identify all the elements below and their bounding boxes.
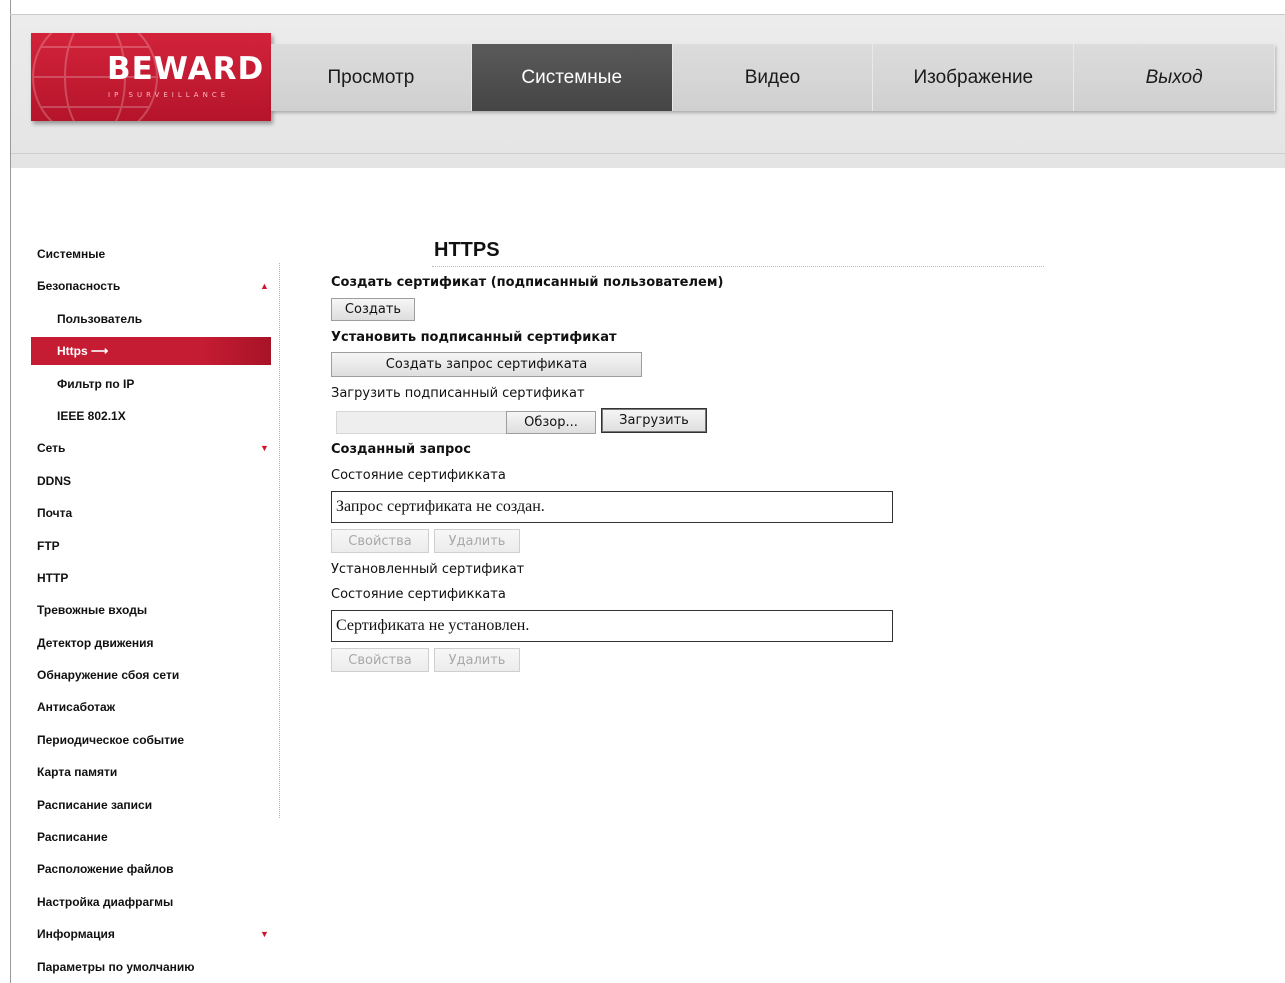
create-cert-heading: Создать сертификат (подписанный пользова… xyxy=(331,275,724,290)
sidebar-item-record-schedule[interactable]: Расписание записи xyxy=(31,789,271,821)
sidebar-item-memory-card[interactable]: Карта памяти xyxy=(31,756,271,788)
request-status-label: Состояние сертификката xyxy=(331,468,506,483)
tab-system[interactable]: Системные xyxy=(471,44,673,111)
installed-cert-label: Установленный сертификат xyxy=(331,562,525,577)
request-delete-button[interactable]: Удалить xyxy=(434,529,520,553)
created-request-heading: Созданный запрос xyxy=(331,442,471,457)
sidebar: Системные Безопасность ▲ Пользователь Htt… xyxy=(31,238,271,983)
tab-image[interactable]: Изображение xyxy=(873,44,1075,111)
upload-button[interactable]: Загрузить xyxy=(601,408,707,433)
logo-brand-text: BEWARD xyxy=(107,51,265,87)
create-request-button[interactable]: Создать запрос сертификата xyxy=(331,352,642,377)
sidebar-item-system[interactable]: Системные xyxy=(31,238,271,270)
beward-logo: BEWARD IP SURVEILLANCE xyxy=(31,33,271,121)
create-button[interactable]: Создать xyxy=(331,298,415,321)
expand-arrow-icon: ▼ xyxy=(260,929,269,940)
upload-signed-label: Загрузить подписанный сертификат xyxy=(331,386,585,401)
sidebar-item-user[interactable]: Пользователь xyxy=(31,303,271,335)
sidebar-item-security[interactable]: Безопасность ▲ xyxy=(31,270,271,302)
installed-delete-button[interactable]: Удалить xyxy=(434,648,520,672)
sidebar-item-alarm-inputs[interactable]: Тревожные входы xyxy=(31,594,271,626)
install-signed-heading: Установить подписанный сертификат xyxy=(331,330,617,345)
sidebar-item-ieee8021x[interactable]: IEEE 802.1X xyxy=(31,400,271,432)
page-title: HTTPS xyxy=(434,239,500,261)
expand-arrow-icon: ▼ xyxy=(260,443,269,454)
sidebar-item-network-failure[interactable]: Обнаружение сбоя сети xyxy=(31,659,271,691)
tab-view[interactable]: Просмотр xyxy=(271,44,472,111)
sidebar-item-periodic-event[interactable]: Периодическое событие xyxy=(31,724,271,756)
current-arrow-icon: ⟶ xyxy=(91,344,109,359)
sidebar-item-anti-sabotage[interactable]: Антисаботаж xyxy=(31,691,271,723)
sidebar-item-defaults[interactable]: Параметры по умолчанию xyxy=(31,951,271,983)
header-divider xyxy=(11,153,1285,154)
installed-status-label: Состояние сертификката xyxy=(331,587,506,602)
sidebar-item-https[interactable]: Https ⟶ xyxy=(31,337,271,366)
request-status-box: Запрос сертификата не создан. xyxy=(331,491,893,523)
request-properties-button[interactable]: Свойства xyxy=(331,529,429,553)
sidebar-item-ftp[interactable]: FTP xyxy=(31,530,271,562)
file-path-input[interactable] xyxy=(336,411,507,434)
sidebar-item-ip-filter[interactable]: Фильтр по IP xyxy=(31,368,271,400)
sidebar-item-file-location[interactable]: Расположение файлов xyxy=(31,853,271,885)
sidebar-item-network[interactable]: Сеть ▼ xyxy=(31,432,271,464)
installed-properties-button[interactable]: Свойства xyxy=(331,648,429,672)
browse-button[interactable]: Обзор... xyxy=(506,411,596,434)
collapse-arrow-icon: ▲ xyxy=(260,281,269,292)
sidebar-item-iris-settings[interactable]: Настройка диафрагмы xyxy=(31,886,271,918)
sidebar-divider xyxy=(279,263,280,818)
tab-video[interactable]: Видео xyxy=(672,44,874,111)
top-nav: Просмотр Системные Видео Изображение Вых… xyxy=(271,44,1275,111)
installed-status-box: Сертификата не установлен. xyxy=(331,610,893,642)
sidebar-item-ddns[interactable]: DDNS xyxy=(31,465,271,497)
sidebar-item-schedule[interactable]: Расписание xyxy=(31,821,271,853)
sidebar-item-motion-detector[interactable]: Детектор движения xyxy=(31,627,271,659)
title-divider xyxy=(432,266,1044,267)
sidebar-item-mail[interactable]: Почта xyxy=(31,497,271,529)
sidebar-item-information[interactable]: Информация ▼ xyxy=(31,918,271,950)
sidebar-item-http[interactable]: HTTP xyxy=(31,562,271,594)
tab-logout[interactable]: Выход xyxy=(1074,44,1275,111)
logo-tagline: IP SURVEILLANCE xyxy=(108,91,230,99)
